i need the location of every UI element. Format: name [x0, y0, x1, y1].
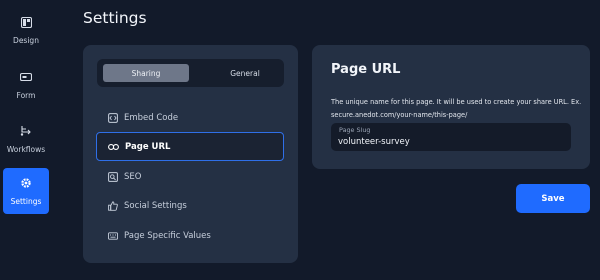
link-icon [108, 141, 119, 152]
nav-item-label: Social Settings [124, 200, 187, 211]
page-slug-field[interactable]: Page Slug [331, 123, 571, 151]
tab-general[interactable]: General [202, 64, 288, 82]
nav-item-label: Page Specific Values [124, 230, 211, 241]
page-title: Settings [83, 9, 147, 27]
settings-nav-card: Sharing General Embed Code Page URL SEO … [83, 45, 298, 263]
seo-icon [107, 171, 118, 182]
rail-item-workflows[interactable]: Workflows [3, 116, 49, 162]
gear-icon [19, 176, 33, 190]
nav-item-label: SEO [124, 171, 142, 182]
embed-icon [107, 112, 118, 123]
form-icon [19, 70, 33, 84]
rail-item-label: Design [13, 36, 39, 45]
nav-item-page-url[interactable]: Page URL [96, 132, 284, 161]
save-button[interactable]: Save [516, 184, 590, 213]
page-slug-label: Page Slug [339, 126, 371, 134]
section-description: The unique name for this page. It will b… [331, 98, 582, 119]
section-title: Page URL [331, 62, 401, 77]
tab-sharing[interactable]: Sharing [103, 64, 189, 82]
page-url-card: Page URL The unique name for this page. … [312, 45, 590, 169]
page-slug-input[interactable] [338, 135, 564, 148]
nav-item-seo[interactable]: SEO [96, 162, 284, 191]
tab-switcher: Sharing General [97, 59, 284, 87]
nav-item-page-specific-values[interactable]: Page Specific Values [96, 221, 284, 250]
left-rail: Design Form Workflows Settings [0, 0, 53, 280]
nav-item-label: Page URL [125, 141, 171, 152]
rail-item-settings[interactable]: Settings [3, 168, 49, 214]
workflows-icon [19, 124, 33, 138]
rail-item-label: Settings [10, 197, 42, 206]
thumbs-up-icon [107, 200, 118, 211]
rail-item-label: Workflows [6, 145, 46, 154]
rail-item-design[interactable]: Design [3, 7, 49, 53]
nav-item-social-settings[interactable]: Social Settings [96, 191, 284, 220]
keyboard-icon [107, 230, 118, 241]
nav-item-label: Embed Code [124, 112, 179, 123]
rail-item-form[interactable]: Form [3, 62, 49, 108]
design-icon [19, 15, 33, 29]
nav-item-embed-code[interactable]: Embed Code [96, 103, 284, 132]
rail-item-label: Form [16, 91, 36, 100]
